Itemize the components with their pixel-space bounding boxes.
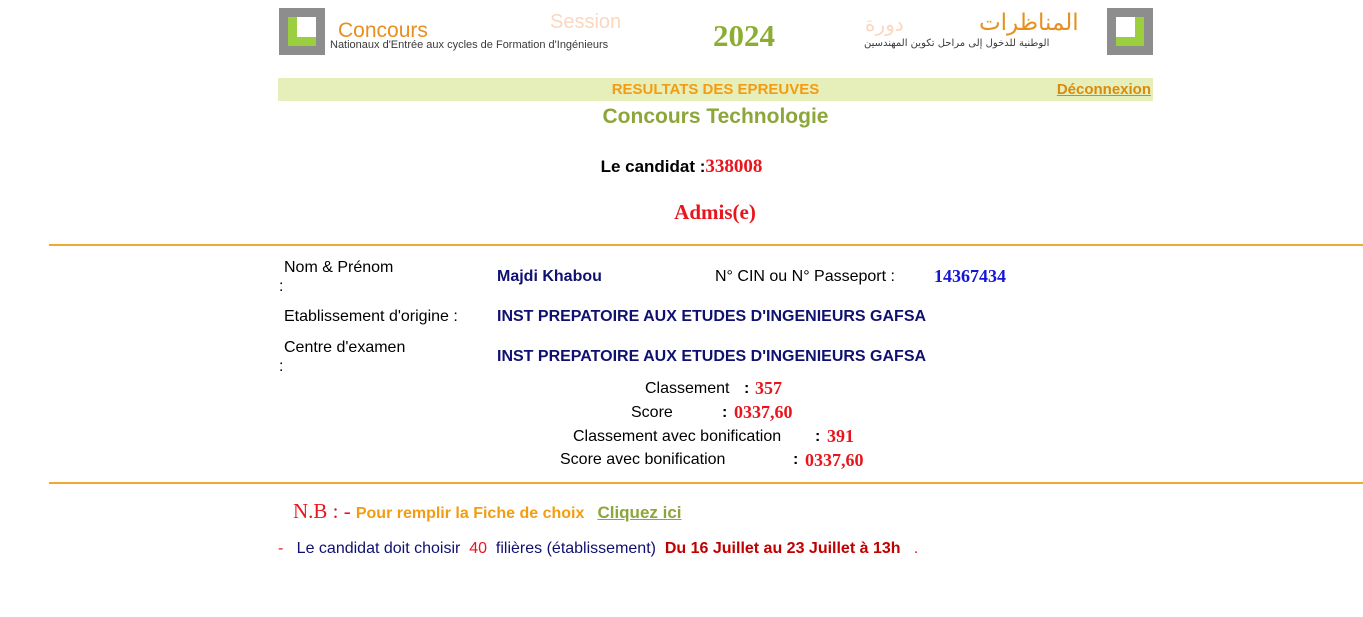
center-value: INST PREPATOIRE AUX ETUDES D'INGENIEURS … [497,348,927,365]
concours-subtitle: Nationaux d'Entrée aux cycles de Formati… [330,39,609,51]
score-label: Score [631,404,673,421]
candidate-label: Le candidat : [600,157,706,176]
admission-status: Admis(e) [674,200,756,224]
note-text-2: filières (établissement) [495,540,656,557]
concours-logo-icon [279,8,325,55]
arabic-logo-icon [1107,8,1153,55]
name-label: Nom & Prénom [284,259,394,276]
score-value: 0337,60 [734,402,793,422]
nb-text: Pour remplir la Fiche de choix [355,505,585,522]
origin-value: INST PREPATOIRE AUX ETUDES D'INGENIEURS … [497,308,927,325]
arabic-subtitle: الوطنية للدخول إلى مراحل تكوين المهندسين [864,38,1050,49]
session-word: Session [550,11,622,33]
score-colon: : [722,404,728,421]
choice-count: 40 [469,540,488,557]
rank-colon: : [744,380,750,397]
nb-line: N.B : - Pour remplir la Fiche de choix C… [293,499,682,524]
choice-dates: Du 16 Juillet au 23 Juillet à 13h [664,540,901,557]
choice-form-link[interactable]: Cliquez ici [597,503,681,522]
arabic-title: المناظرات [979,10,1079,36]
logout-link[interactable]: Déconnexion [1057,81,1151,98]
contest-subtitle: Concours Technologie [602,105,829,128]
score-bonus-colon: : [793,451,799,468]
candidate-line: Le candidat :338008 [0,156,1363,178]
note-text-1: Le candidat doit choisir [296,540,461,557]
score-bonus-value: 0337,60 [805,450,864,470]
origin-label: Etablissement d'origine : [284,308,458,325]
candidate-number: 338008 [705,156,763,177]
rank-value: 357 [755,378,782,398]
nb-prefix: N.B : - [293,499,351,523]
cin-label: N° CIN ou N° Passeport : [715,268,895,285]
rank-bonus-value: 391 [827,426,854,446]
center-colon: : [279,358,284,375]
rank-bonus-colon: : [815,428,821,445]
results-header: RESULTATS DES EPREUVES Déconnexion [278,78,1153,101]
results-title: RESULTATS DES EPREUVES [611,81,820,98]
cin-value: 14367434 [934,266,1006,286]
bottom-divider [49,482,1363,484]
choice-note: - Le candidat doit choisir 40 filières (… [278,540,918,558]
rank-label: Classement [645,380,730,397]
top-divider [49,244,1363,246]
name-value: Majdi Khabou [497,268,602,285]
banner: Concours Nationaux d'Entrée aux cycles d… [279,8,1153,56]
session-year: 2024 [713,18,775,53]
arabic-session-word: دورة [865,12,904,36]
rank-bonus-label: Classement avec bonification [573,428,782,445]
note-end: . [913,540,919,557]
name-colon: : [279,278,284,295]
note-dash: - [278,540,284,557]
score-bonus-label: Score avec bonification [560,451,726,468]
center-label: Centre d'examen [284,339,406,356]
